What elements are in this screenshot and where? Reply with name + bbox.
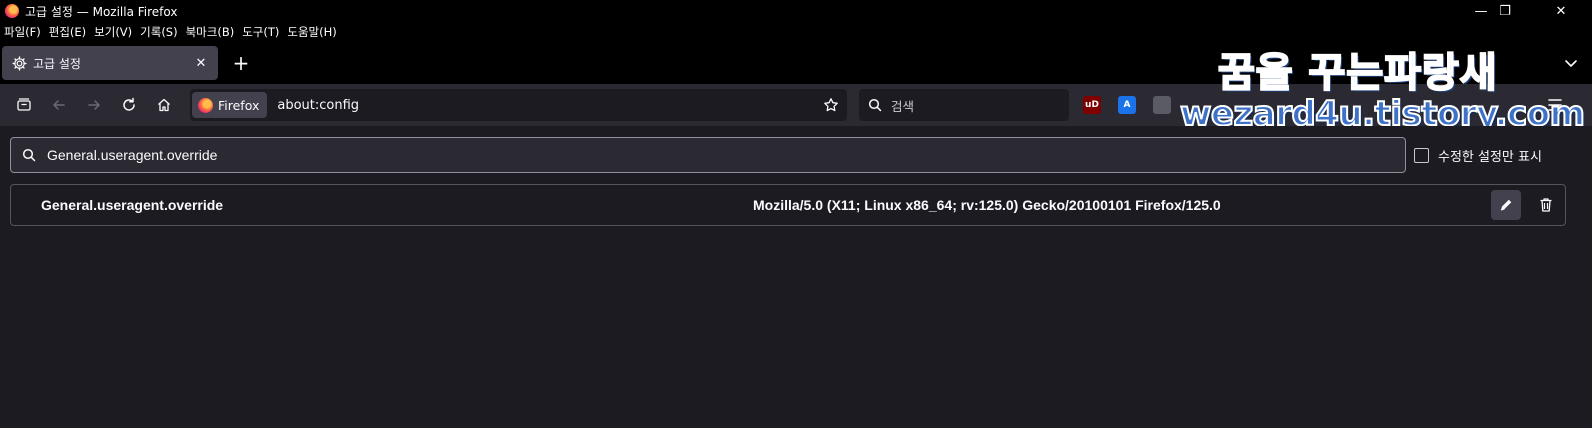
show-modified-checkbox[interactable] [1414,148,1429,163]
tab-label: 고급 설정 [33,56,81,71]
url-text[interactable]: about:config [277,98,359,113]
gear-icon [11,55,27,71]
translate-extension-icon[interactable]: A [1118,96,1136,114]
close-window-button[interactable]: ✕ [1538,0,1584,22]
menu-view[interactable]: 보기(V) [94,24,132,40]
identity-label: Firefox [218,97,260,113]
watermark-korean: 꿈을 꾸는파랑새 [1217,49,1498,97]
bookmark-star-icon[interactable] [821,95,841,115]
pref-value: Mozilla/5.0 (X11; Linux x86_64; rv:125.0… [753,197,1221,213]
edit-pencil-icon[interactable] [1491,190,1521,220]
menu-file[interactable]: 파일(F) [4,24,41,40]
forward-arrow-icon[interactable] [82,93,106,117]
search-icon [867,97,883,113]
firefox-logo-icon [198,97,213,113]
menu-history[interactable]: 기록(S) [140,24,177,40]
new-tab-button[interactable]: + [232,53,250,73]
pref-row[interactable]: General.useragent.override Mozilla/5.0 (… [10,184,1566,226]
show-modified-only-toggle[interactable]: 수정한 설정만 표시 [1414,146,1542,165]
search-placeholder: 검색 [891,98,915,114]
search-icon [21,147,37,163]
close-tab-icon[interactable]: ✕ [192,54,210,72]
reload-icon[interactable] [117,93,141,117]
firefox-logo-icon [5,4,19,18]
pref-search-value: General.useragent.override [47,147,218,163]
list-all-tabs-chevron-icon[interactable] [1562,54,1580,72]
search-bar[interactable]: 검색 [859,89,1069,121]
identity-box[interactable]: Firefox [192,92,268,118]
ublock-origin-icon[interactable]: uD [1083,96,1101,114]
menu-edit[interactable]: 편집(E) [49,24,86,40]
firefox-view-icon[interactable] [12,93,36,117]
delete-trash-icon[interactable] [1531,190,1561,220]
menu-bookmarks[interactable]: 북마크(B) [186,24,235,40]
home-icon[interactable] [152,93,176,117]
tab-advanced-settings[interactable]: 고급 설정 ✕ [2,46,218,80]
menu-tools[interactable]: 도구(T) [242,24,279,40]
menu-bar: 파일(F) 편집(E) 보기(V) 기록(S) 북마크(B) 도구(T) 도움말… [0,22,1592,42]
maximize-button[interactable]: ❐ [1482,0,1528,22]
title-bar: 고급 설정 — Mozilla Firefox — ❐ ✕ [0,0,1592,22]
show-modified-label: 수정한 설정만 표시 [1438,150,1542,165]
url-bar[interactable]: Firefox about:config [190,89,847,121]
puzzle-extension-icon[interactable] [1153,96,1171,114]
window-title: 고급 설정 — Mozilla Firefox [25,4,178,19]
pref-search-input[interactable]: General.useragent.override [10,137,1406,173]
menu-help[interactable]: 도움말(H) [287,24,336,40]
back-arrow-icon[interactable] [47,93,71,117]
pref-name: General.useragent.override [41,197,224,213]
about-config-page: General.useragent.override 수정한 설정만 표시 Ge… [0,126,1592,428]
